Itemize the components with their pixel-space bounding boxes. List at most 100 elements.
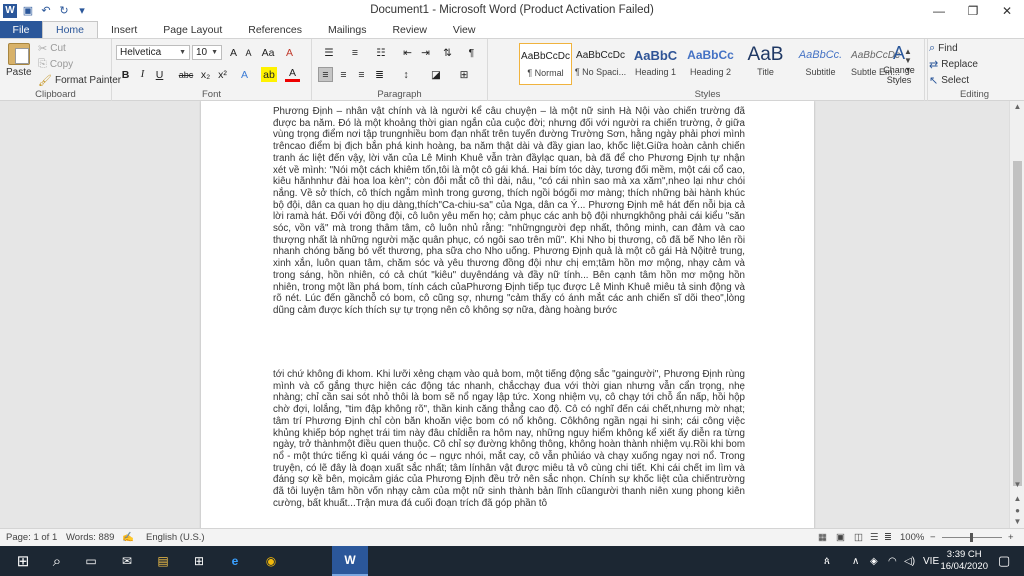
draft-icon[interactable]: ≣ — [884, 532, 892, 543]
proofing-icon[interactable]: ✍ — [122, 532, 134, 543]
bullets-icon[interactable]: ☰ — [318, 45, 340, 60]
next-page-icon[interactable]: ▼ — [1010, 516, 1024, 528]
borders-icon[interactable]: ⊞ — [454, 67, 474, 82]
multilevel-list-icon[interactable]: ☷ — [370, 45, 392, 60]
edge-browser-icon[interactable]: e — [220, 546, 250, 576]
font-name-dropdown[interactable]: Helvetica ▼ — [116, 45, 190, 60]
search-icon[interactable]: ⌕ — [42, 546, 72, 576]
format-painter-button[interactable]: 🖌 Format Painter — [38, 74, 121, 87]
show-marks-button[interactable]: ¶ — [464, 45, 479, 60]
people-icon[interactable]: ጰ — [824, 546, 830, 576]
print-layout-icon[interactable]: ▦ — [818, 532, 827, 543]
customize-qat-icon[interactable]: ▾ — [75, 4, 89, 17]
align-right-icon[interactable]: ≡ — [354, 67, 369, 82]
underline-button[interactable]: U — [152, 67, 167, 82]
zoom-slider-thumb[interactable] — [970, 533, 973, 542]
word-app-icon[interactable]: W — [332, 546, 368, 576]
numbering-icon[interactable]: ≡ — [344, 45, 366, 60]
text-effects-button[interactable]: A — [237, 67, 252, 82]
minimize-button[interactable]: — — [922, 0, 956, 21]
copy-label: Copy — [49, 59, 74, 70]
vertical-scrollbar[interactable]: ▲ ▼ ▲ ● ▼ — [1009, 101, 1024, 528]
strikethrough-button[interactable]: abc — [176, 67, 196, 82]
find-button[interactable]: ⌕ Find — [929, 42, 958, 55]
change-case-button[interactable]: Aa — [258, 45, 278, 60]
volume-icon[interactable]: ◁) — [904, 546, 915, 576]
defender-icon[interactable]: ◈ — [870, 546, 878, 576]
style-heading-1[interactable]: AaBbC Heading 1 — [629, 43, 682, 85]
line-spacing-icon[interactable]: ↕ — [396, 67, 416, 82]
paste-button[interactable]: Paste — [6, 43, 32, 78]
copy-button[interactable]: ⎘ Copy — [38, 58, 73, 71]
tab-references[interactable]: References — [235, 21, 315, 38]
font-color-button[interactable]: A — [285, 67, 300, 82]
redo-icon[interactable]: ↻ — [57, 4, 71, 17]
align-left-icon[interactable]: ≡ — [318, 67, 333, 82]
tab-review[interactable]: Review — [379, 21, 439, 38]
file-explorer-icon[interactable]: ▤ — [148, 546, 178, 576]
store-icon[interactable]: ⊞ — [184, 546, 214, 576]
system-clock[interactable]: 3:39 CH 16/04/2020 — [940, 549, 988, 573]
change-styles-button[interactable]: A Change Styles — [880, 43, 918, 85]
cut-button[interactable]: ✂ Cut — [38, 42, 66, 55]
superscript-button[interactable]: x² — [215, 67, 230, 82]
page-count[interactable]: Page: 1 of 1 — [6, 532, 57, 543]
full-screen-icon[interactable]: ▣ — [836, 532, 845, 543]
decrease-indent-icon[interactable]: ⇤ — [400, 45, 415, 60]
bold-button[interactable]: B — [118, 67, 133, 82]
previous-page-icon[interactable]: ▲ — [1010, 493, 1024, 505]
italic-button[interactable]: I — [135, 67, 150, 82]
body-paragraph-1[interactable]: Phương Định – nhân vật chính và là người… — [273, 106, 745, 317]
zoom-out-button[interactable]: − — [930, 532, 936, 543]
tab-page-layout[interactable]: Page Layout — [150, 21, 235, 38]
input-language[interactable]: VIE — [923, 546, 939, 576]
zoom-in-button[interactable]: + — [1008, 532, 1014, 543]
mail-app-icon[interactable]: ✉ — [112, 546, 142, 576]
sort-icon[interactable]: ⇅ — [440, 45, 455, 60]
align-center-icon[interactable]: ≡ — [336, 67, 351, 82]
chrome-browser-icon[interactable]: ◉ — [256, 546, 286, 576]
tab-file[interactable]: File — [0, 21, 42, 38]
highlight-button[interactable]: ab — [261, 67, 277, 82]
font-size-dropdown[interactable]: 10 ▼ — [192, 45, 222, 60]
subscript-button[interactable]: x₂ — [198, 67, 213, 82]
grow-font-button[interactable]: A — [226, 45, 241, 60]
tab-mailings[interactable]: Mailings — [315, 21, 380, 38]
style-no-spacing[interactable]: AaBbCcDc ¶ No Spaci... — [574, 43, 627, 85]
outline-icon[interactable]: ☰ — [870, 532, 879, 543]
style-title[interactable]: AaB Title — [739, 43, 792, 85]
style-subtitle[interactable]: AaBbCc. Subtitle — [794, 43, 847, 85]
replace-button[interactable]: ⇄ Replace — [929, 58, 978, 71]
task-view-icon[interactable]: ▭ — [76, 546, 106, 576]
web-layout-icon[interactable]: ◫ — [854, 532, 863, 543]
increase-indent-icon[interactable]: ⇥ — [418, 45, 433, 60]
restore-button[interactable]: ❐ — [956, 0, 990, 21]
body-paragraph-2[interactable]: tới chứ không đi khom. Khi lưỡi xẻng chạ… — [273, 369, 745, 509]
style-normal[interactable]: AaBbCcDc ¶ Normal — [519, 43, 572, 85]
shrink-font-button[interactable]: A — [241, 45, 256, 60]
document-area[interactable]: Phương Định – nhân vật chính và là người… — [0, 101, 1009, 528]
clear-formatting-button[interactable]: A — [282, 45, 297, 60]
tab-view[interactable]: View — [440, 21, 489, 38]
justify-icon[interactable]: ≣ — [372, 67, 387, 82]
scroll-up-arrow-icon[interactable]: ▲ — [1010, 101, 1024, 113]
scroll-down-arrow-icon[interactable]: ▼ — [1010, 479, 1024, 491]
select-button[interactable]: ↖ Select — [929, 74, 969, 87]
word-count[interactable]: Words: 889 — [66, 532, 114, 543]
tab-insert[interactable]: Insert — [98, 21, 150, 38]
document-page[interactable]: Phương Định – nhân vật chính và là người… — [201, 101, 814, 528]
word-logo-icon[interactable]: W — [3, 3, 17, 18]
shading-icon[interactable]: ◪ — [426, 67, 446, 82]
wifi-icon[interactable]: ◠ — [888, 546, 897, 576]
start-button[interactable]: ⊞ — [6, 546, 40, 576]
style-heading-2[interactable]: AaBbCc Heading 2 — [684, 43, 737, 85]
show-hidden-icons[interactable]: ∧ — [852, 546, 859, 576]
scrollbar-thumb[interactable] — [1013, 161, 1022, 486]
undo-icon[interactable]: ↶ — [39, 4, 53, 17]
zoom-level[interactable]: 100% — [900, 532, 924, 543]
notification-center-icon[interactable]: ▢ — [998, 546, 1010, 576]
save-icon[interactable]: ▣ — [21, 4, 35, 17]
close-button[interactable]: ✕ — [990, 0, 1024, 21]
language-indicator[interactable]: English (U.S.) — [146, 532, 205, 543]
tab-home[interactable]: Home — [42, 21, 99, 38]
